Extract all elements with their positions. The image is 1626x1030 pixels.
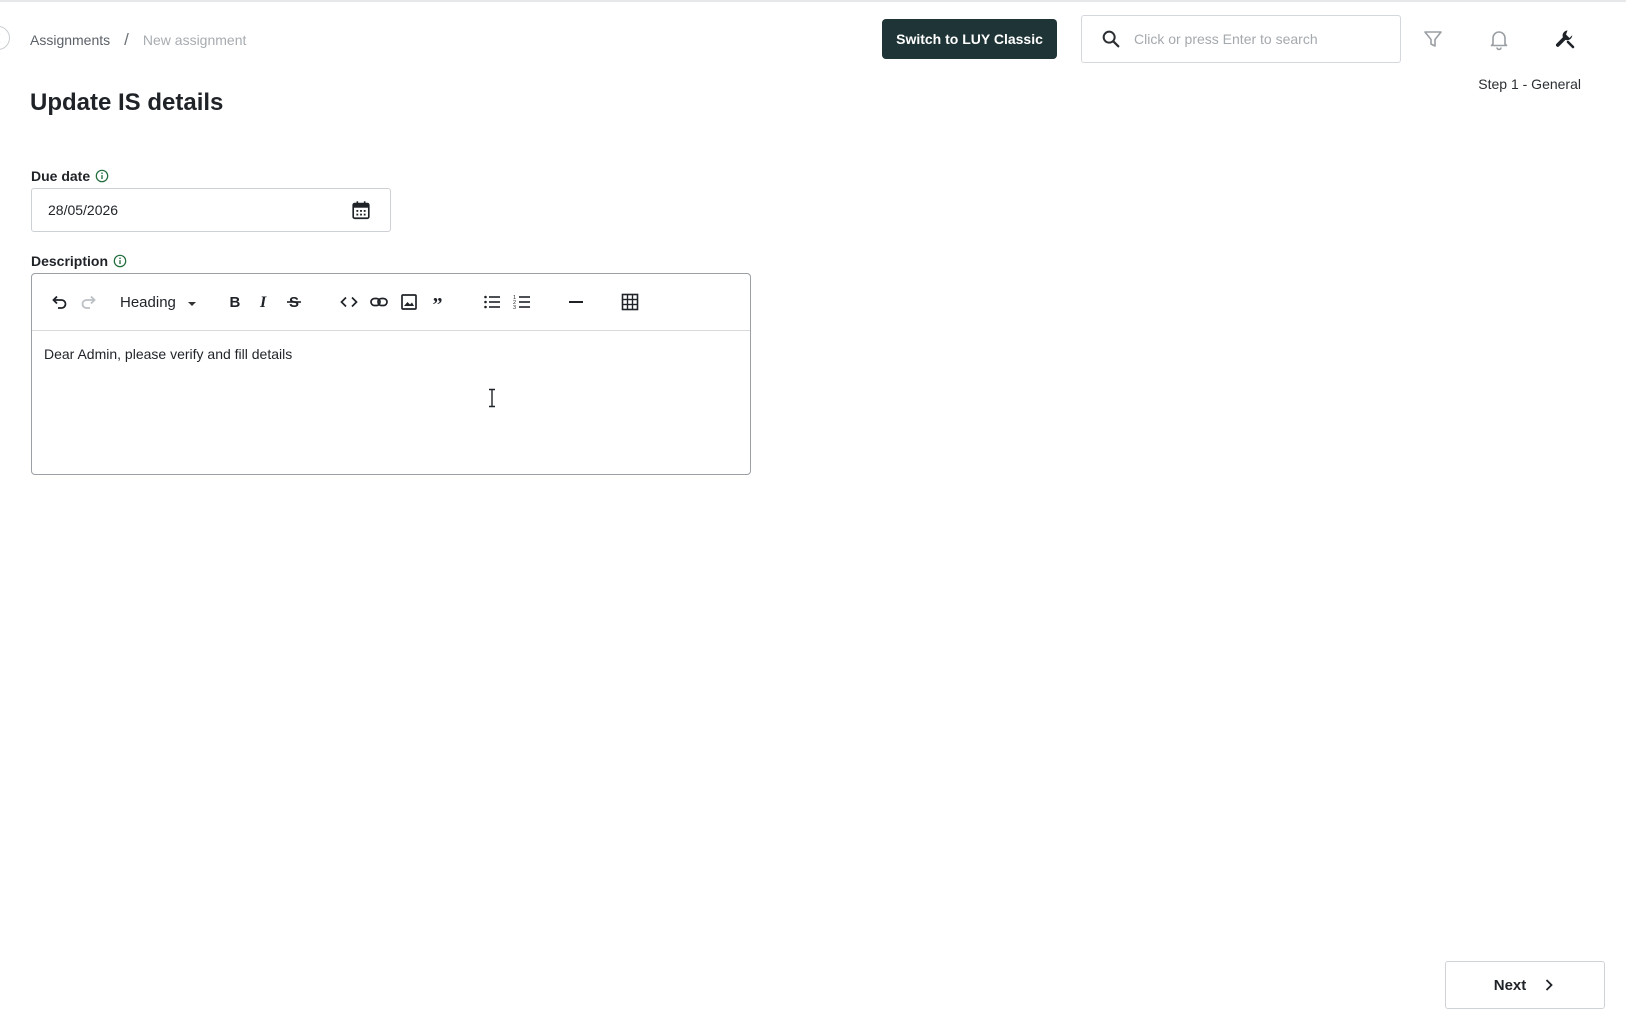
- editor-content[interactable]: Dear Admin, please verify and fill detai…: [32, 331, 750, 377]
- step-indicator: Step 1 - General: [1478, 76, 1581, 92]
- horizontal-rule-icon[interactable]: [564, 290, 588, 314]
- svg-text:I: I: [259, 294, 267, 311]
- bullet-list-icon[interactable]: [480, 290, 504, 314]
- description-editor[interactable]: Heading B I S ” 123: [31, 273, 751, 475]
- table-icon[interactable]: [618, 290, 642, 314]
- text-cursor-icon: [489, 388, 495, 408]
- due-date-input[interactable]: [48, 202, 308, 218]
- calendar-icon[interactable]: [350, 199, 372, 221]
- breadcrumb: Assignments / New assignment: [30, 30, 246, 50]
- heading-select-label: Heading: [120, 294, 176, 311]
- breadcrumb-separator: /: [124, 30, 129, 49]
- next-button-label: Next: [1493, 976, 1527, 994]
- quote-icon[interactable]: ”: [427, 290, 451, 314]
- svg-text:B: B: [230, 294, 241, 311]
- page-title: Update IS details: [30, 89, 224, 116]
- image-icon[interactable]: [397, 290, 421, 314]
- search-input[interactable]: [1132, 30, 1382, 48]
- back-button[interactable]: [0, 26, 10, 50]
- strikethrough-icon[interactable]: S: [282, 290, 306, 314]
- due-date-label: Due date: [31, 168, 109, 184]
- bold-icon[interactable]: B: [222, 290, 246, 314]
- due-date-field[interactable]: [31, 188, 391, 232]
- info-icon[interactable]: [95, 169, 109, 183]
- description-label-text: Description: [31, 253, 109, 269]
- italic-icon[interactable]: I: [252, 290, 276, 314]
- link-icon[interactable]: [367, 290, 391, 314]
- editor-toolbar: Heading B I S ” 123: [32, 274, 750, 331]
- numbered-list-icon[interactable]: 123: [510, 290, 534, 314]
- breadcrumb-assignments[interactable]: Assignments: [30, 32, 110, 48]
- due-date-label-text: Due date: [31, 168, 91, 184]
- search-box[interactable]: [1081, 15, 1401, 63]
- svg-text:3: 3: [513, 305, 516, 311]
- undo-icon[interactable]: [47, 290, 71, 314]
- description-label: Description: [31, 253, 127, 269]
- next-button[interactable]: Next: [1445, 961, 1605, 1009]
- chevron-right-icon: [1546, 979, 1554, 991]
- filter-icon[interactable]: [1421, 27, 1445, 51]
- chevron-down-icon: [187, 301, 196, 306]
- info-icon[interactable]: [113, 254, 127, 268]
- code-icon[interactable]: [337, 290, 361, 314]
- heading-select[interactable]: Heading: [120, 294, 196, 311]
- switch-to-classic-button[interactable]: Switch to LUY Classic: [882, 19, 1057, 59]
- wrench-icon[interactable]: [1553, 27, 1577, 51]
- redo-icon[interactable]: [77, 290, 101, 314]
- svg-text:”: ”: [433, 294, 443, 312]
- top-border: [0, 0, 1626, 2]
- search-icon: [1102, 30, 1120, 48]
- breadcrumb-current: New assignment: [142, 32, 247, 48]
- bell-icon[interactable]: [1487, 27, 1511, 51]
